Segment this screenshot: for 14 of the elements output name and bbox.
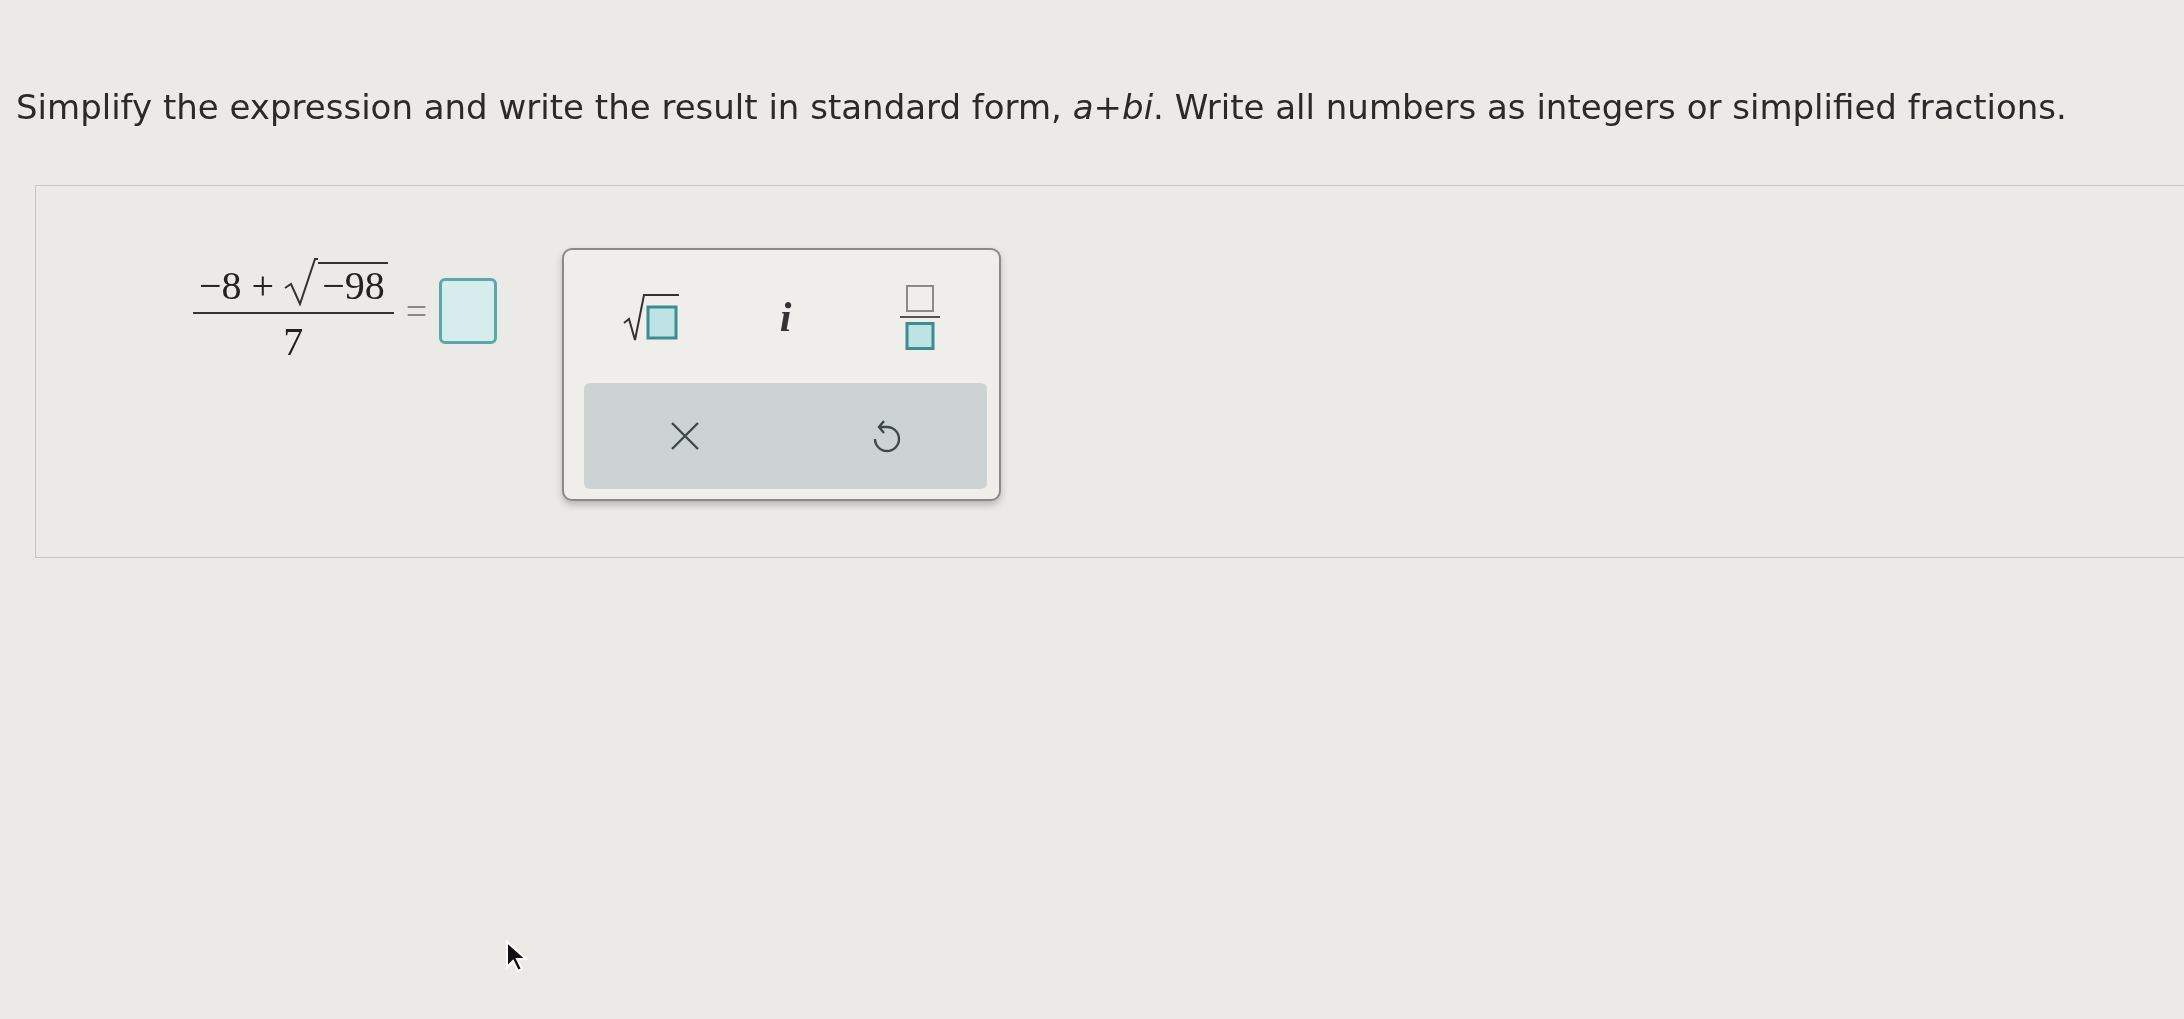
fraction-template-icon	[899, 283, 940, 350]
square-root-template-icon	[622, 291, 680, 342]
close-icon	[669, 421, 700, 451]
denominator: 7	[283, 320, 304, 364]
plus-sign: +	[251, 264, 275, 308]
undo-icon	[871, 418, 902, 454]
imaginary-unit-button[interactable]: i	[730, 250, 841, 383]
equals-sign: =	[405, 289, 428, 333]
radicand: −98	[318, 262, 388, 308]
numerator-term: −8	[199, 264, 242, 308]
instruction-text: Simplify the expression and write the result in standard form, a+bi. Write all numbers as integers or simplified fractions.	[15, 86, 2068, 128]
answer-box[interactable]	[439, 278, 498, 344]
radical-sign-icon	[284, 258, 319, 306]
mouse-pointer-icon	[505, 940, 529, 973]
